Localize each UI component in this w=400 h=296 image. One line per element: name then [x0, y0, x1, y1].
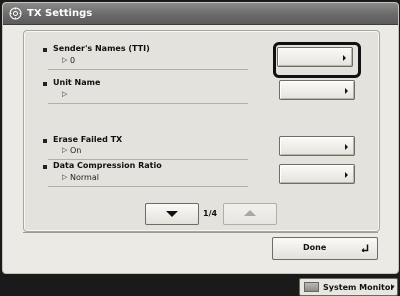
chevron-right-icon	[345, 88, 348, 94]
value-pointer-icon: ▷	[62, 173, 68, 181]
return-arrow-icon	[361, 244, 369, 252]
page-up-button[interactable]	[223, 203, 277, 225]
value-pointer-icon: ▷	[62, 146, 68, 154]
setting-label-unit-name: Unit Name	[53, 78, 101, 87]
bullet-icon	[43, 48, 47, 52]
done-button[interactable]: Done	[272, 237, 378, 260]
senders-names-button[interactable]	[277, 47, 353, 67]
tx-settings-window: TX Settings Sender's Names (TTI) ▷ 0 Uni…	[2, 2, 399, 274]
bullet-icon	[43, 82, 47, 86]
done-label: Done	[303, 243, 327, 252]
monitor-icon	[304, 282, 319, 292]
page-down-button[interactable]	[145, 203, 199, 225]
title-bar: TX Settings	[3, 3, 398, 25]
divider	[48, 159, 248, 160]
unit-name-button[interactable]	[279, 80, 355, 100]
erase-failed-tx-button[interactable]	[279, 136, 355, 156]
setting-label-senders-names: Sender's Names (TTI)	[53, 44, 150, 53]
divider	[48, 69, 248, 70]
divider	[48, 103, 248, 104]
divider	[23, 232, 378, 233]
data-compression-ratio-button[interactable]	[279, 164, 355, 184]
page-indicator: 1/4	[203, 209, 218, 218]
setting-value-senders-names: 0	[70, 56, 76, 65]
setting-value-data-compression-ratio: Normal	[70, 173, 99, 182]
value-pointer-icon: ▷	[62, 90, 68, 98]
arrow-down-icon	[166, 211, 178, 217]
chevron-right-icon	[345, 144, 348, 150]
status-bar: System Monitor	[0, 276, 400, 296]
value-pointer-icon: ▷	[62, 56, 68, 64]
arrow-up-icon	[244, 210, 256, 216]
setting-label-data-compression-ratio: Data Compression Ratio	[53, 161, 162, 170]
bullet-icon	[43, 165, 47, 169]
setting-label-erase-failed-tx: Erase Failed TX	[53, 135, 123, 144]
system-monitor-button[interactable]: System Monitor	[299, 278, 398, 296]
chevron-right-icon	[391, 284, 394, 290]
bullet-icon	[43, 139, 47, 143]
gear-wrench-icon	[9, 7, 22, 20]
setting-value-erase-failed-tx: On	[70, 146, 82, 155]
chevron-right-icon	[345, 172, 348, 178]
divider	[48, 186, 248, 187]
chevron-right-icon	[343, 55, 346, 61]
window-title: TX Settings	[27, 8, 93, 19]
system-monitor-label: System Monitor	[323, 282, 395, 292]
